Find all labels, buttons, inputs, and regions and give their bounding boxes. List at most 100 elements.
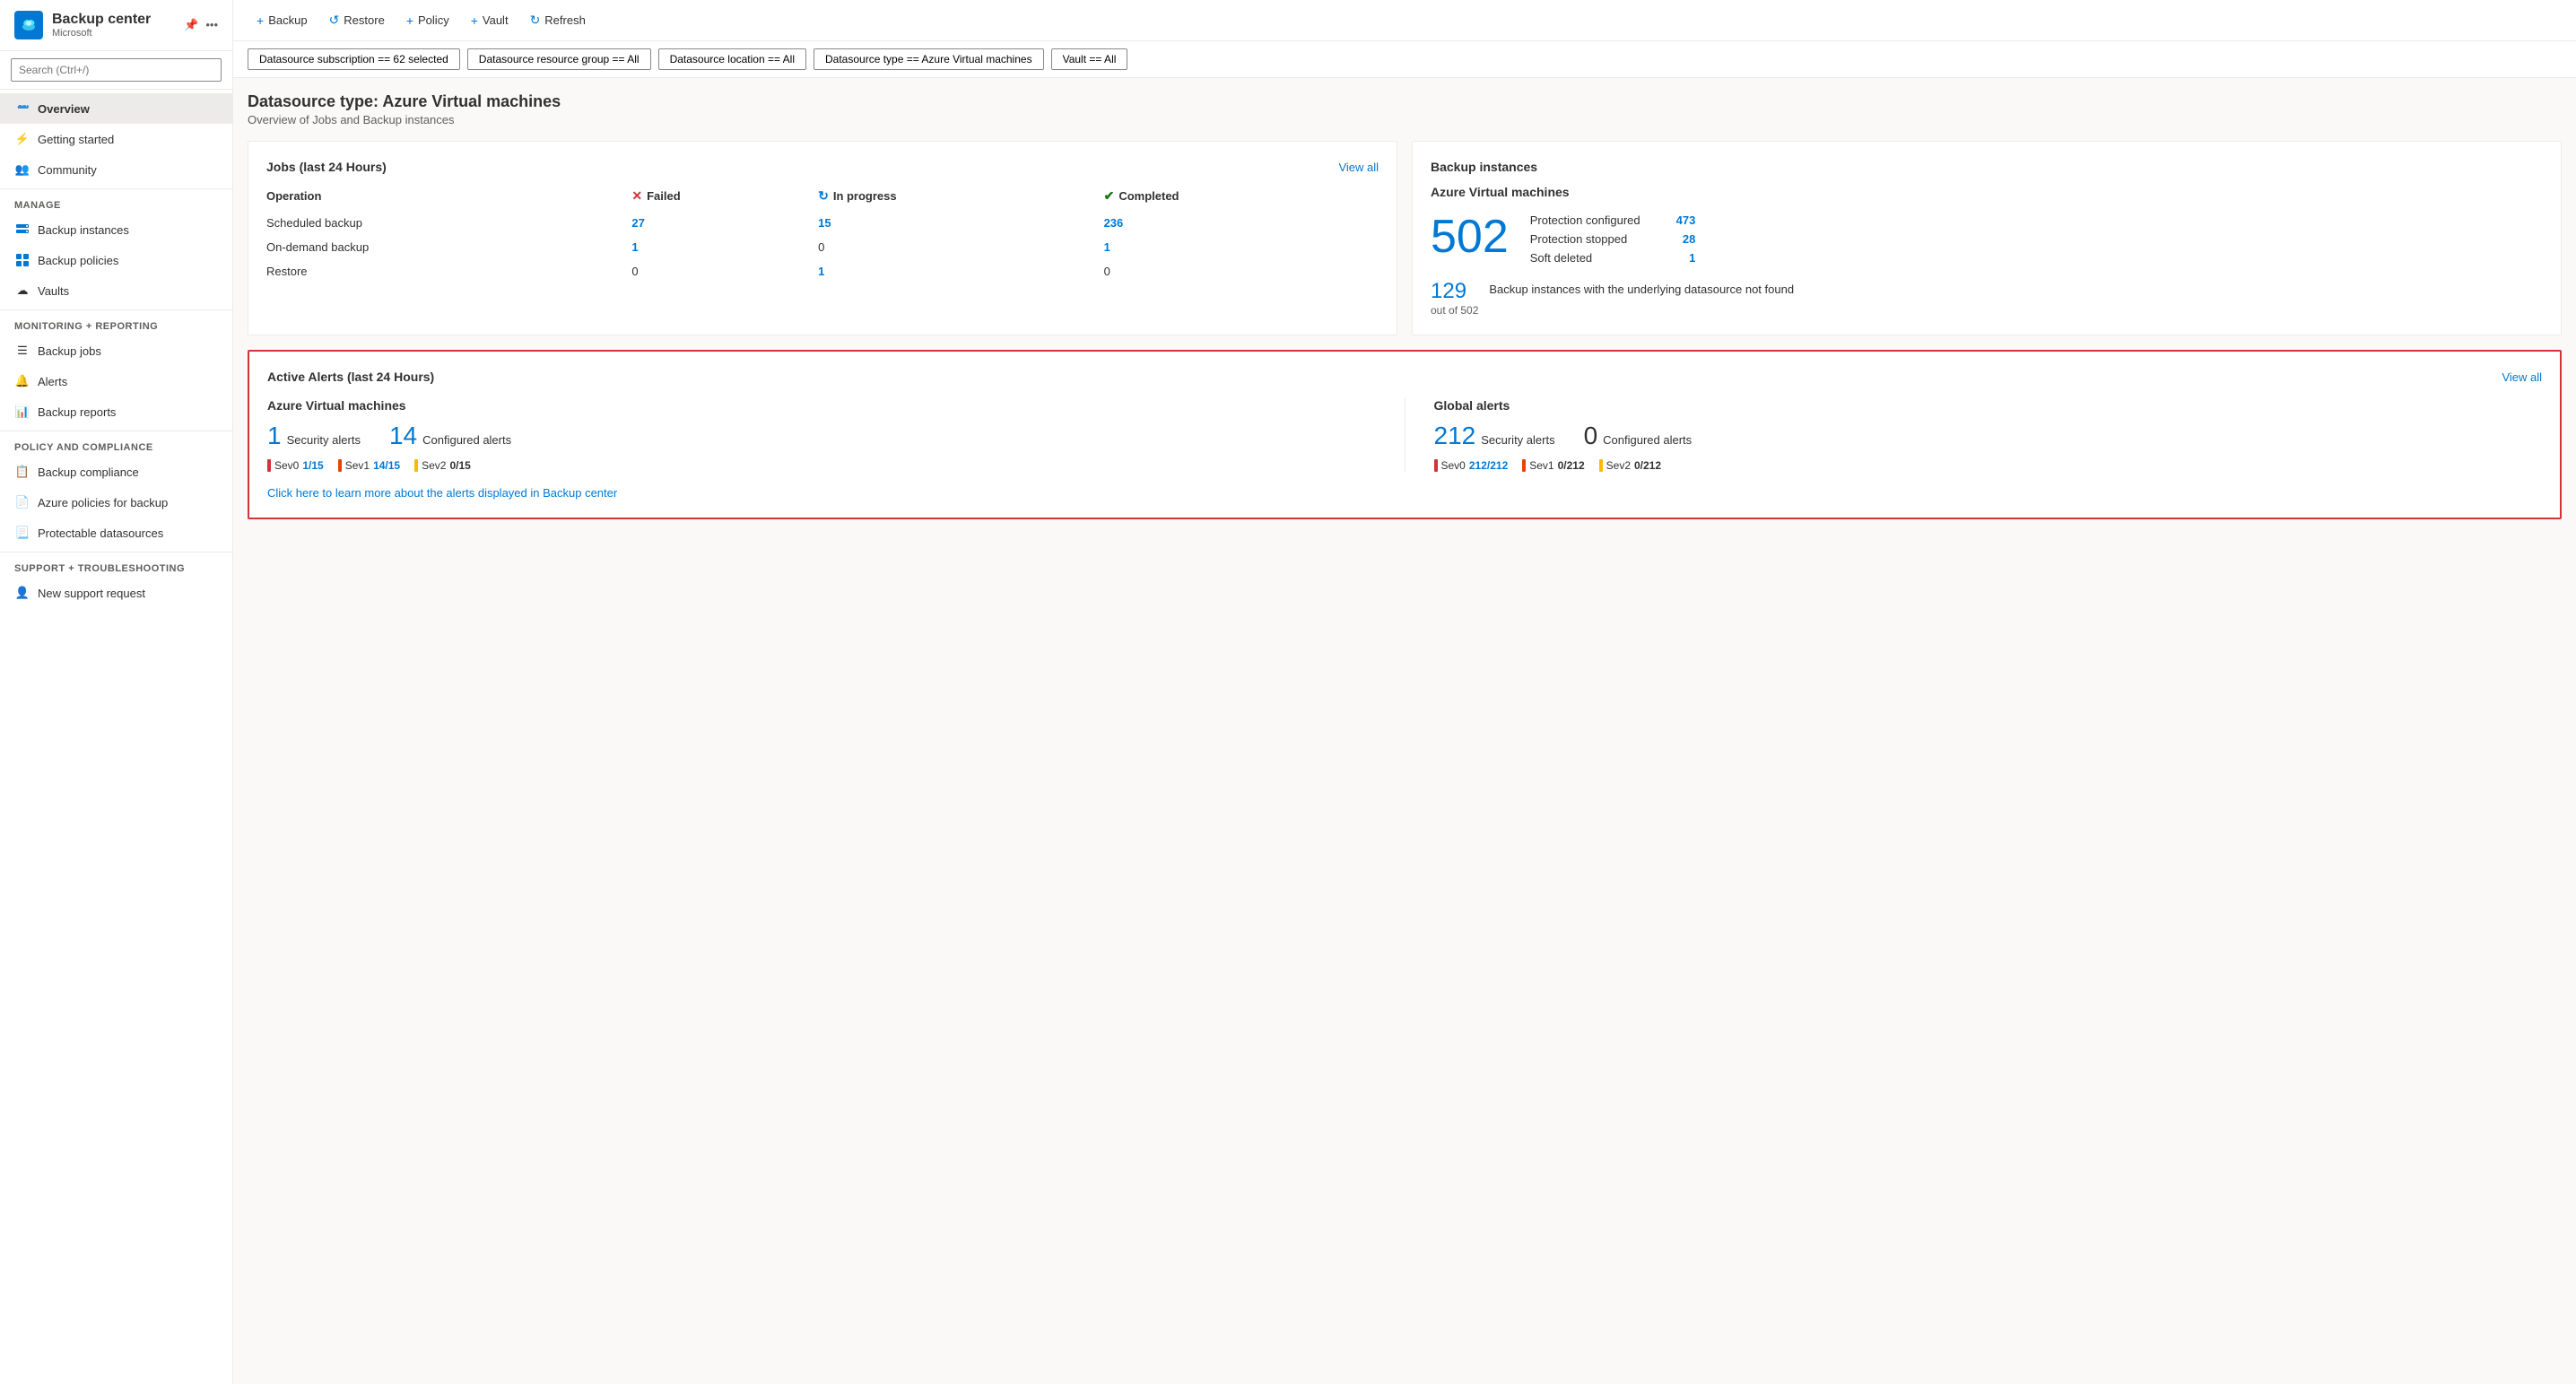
table-row: On-demand backup 1 0 1 [266, 235, 1379, 259]
alerts-global-configured-num[interactable]: 0 [1584, 423, 1598, 448]
cloud-small-icon: ☁ [14, 283, 30, 299]
completed-icon: ✔ [1104, 188, 1115, 204]
sidebar-item-azure-policies[interactable]: 📄 Azure policies for backup [0, 487, 232, 518]
job-operation-2: Restore [266, 259, 631, 283]
sev2-bar [414, 459, 418, 472]
alerts-azure-security-num[interactable]: 1 [267, 423, 282, 448]
sidebar-item-alerts[interactable]: 🔔 Alerts [0, 366, 232, 396]
sev1-value[interactable]: 14/15 [373, 459, 400, 472]
filter-subscription[interactable]: Datasource subscription == 62 selected [248, 48, 460, 70]
bi-total-count[interactable]: 502 [1431, 213, 1509, 260]
grid-icon [14, 252, 30, 268]
sev0-bar [267, 459, 271, 472]
filter-location[interactable]: Datasource location == All [658, 48, 806, 70]
alerts-global-sev0: Sev0 212/212 [1434, 459, 1509, 472]
alerts-azure-configured: 14 Configured alerts [389, 423, 511, 448]
sidebar-item-backup-policies-label: Backup policies [38, 254, 118, 267]
sidebar-item-backup-instances[interactable]: Backup instances [0, 214, 232, 245]
alerts-global-sev1: Sev1 0/212 [1522, 459, 1584, 472]
alerts-azure-counts: 1 Security alerts 14 Configured alerts [267, 423, 1376, 448]
bi-secondary-count[interactable]: 129 [1431, 279, 1466, 303]
backup-button-label: Backup [268, 13, 307, 27]
global-sev2-value[interactable]: 0/212 [1634, 459, 1661, 472]
job-completed-1[interactable]: 1 [1104, 240, 1110, 254]
alert-icon: 🔔 [14, 373, 30, 389]
app-title: Backup center [52, 12, 175, 28]
search-input[interactable] [11, 58, 222, 82]
failed-icon: ✕ [631, 188, 642, 204]
backup-instances-card-title: Backup instances [1431, 160, 2543, 174]
bi-detail-value-0[interactable]: 473 [1676, 213, 1696, 227]
backup-button[interactable]: + Backup [248, 8, 317, 33]
job-failed-1[interactable]: 1 [631, 240, 638, 254]
job-completed-0[interactable]: 236 [1104, 216, 1124, 230]
sidebar-item-new-support-label: New support request [38, 587, 145, 600]
sidebar-item-backup-compliance[interactable]: 📋 Backup compliance [0, 457, 232, 487]
alerts-global-configured-label: Configured alerts [1603, 433, 1692, 447]
backup-plus-icon: + [257, 13, 264, 28]
jobs-table: Operation ✕ Failed ↻ In progress [266, 185, 1379, 283]
job-inprogress-2[interactable]: 1 [818, 265, 824, 278]
sidebar-item-getting-started[interactable]: ⚡ Getting started [0, 124, 232, 154]
table-row: Restore 0 1 0 [266, 259, 1379, 283]
top-cards-row: Jobs (last 24 Hours) View all Operation … [248, 141, 2562, 335]
alerts-learn-link[interactable]: Click here to learn more about the alert… [267, 486, 2542, 500]
sidebar-item-backup-reports[interactable]: 📊 Backup reports [0, 396, 232, 427]
filter-bar: Datasource subscription == 62 selected D… [233, 41, 2576, 78]
alerts-azure-col-title: Azure Virtual machines [267, 398, 1376, 413]
restore-button[interactable]: ↺ Restore [320, 7, 394, 33]
col-completed: ✔ Completed [1104, 185, 1379, 211]
alerts-global-col-title: Global alerts [1434, 398, 2543, 413]
alerts-global-counts: 212 Security alerts 0 Configured alerts [1434, 423, 2543, 448]
list-icon: ☰ [14, 343, 30, 359]
search-container [0, 51, 232, 90]
global-sev1-value[interactable]: 0/212 [1558, 459, 1585, 472]
alerts-view-all-link[interactable]: View all [2502, 370, 2542, 384]
sidebar-item-alerts-label: Alerts [38, 375, 67, 388]
global-sev0-label: Sev0 [1441, 459, 1466, 472]
filter-type[interactable]: Datasource type == Azure Virtual machine… [814, 48, 1044, 70]
job-failed-0[interactable]: 27 [631, 216, 644, 230]
cloud-icon [14, 100, 30, 117]
pin-icon[interactable]: 📌 [184, 18, 198, 32]
alerts-azure-configured-label: Configured alerts [422, 433, 511, 447]
sidebar-item-new-support[interactable]: 👤 New support request [0, 578, 232, 608]
filter-vault[interactable]: Vault == All [1051, 48, 1128, 70]
alerts-global-security-num[interactable]: 212 [1434, 423, 1476, 448]
restore-button-label: Restore [344, 13, 385, 27]
bi-datasource-label: Azure Virtual machines [1431, 185, 2543, 199]
filter-resource-group[interactable]: Datasource resource group == All [467, 48, 651, 70]
sev1-bar [338, 459, 342, 472]
alerts-global-security-label: Security alerts [1481, 433, 1554, 447]
doc-list-icon: 📃 [14, 525, 30, 541]
bi-detail-value-2[interactable]: 1 [1689, 251, 1695, 265]
alerts-columns: Azure Virtual machines 1 Security alerts… [267, 398, 2542, 472]
refresh-button[interactable]: ↻ Refresh [521, 7, 595, 33]
sidebar-item-overview[interactable]: Overview [0, 93, 232, 124]
sidebar-item-vaults[interactable]: ☁ Vaults [0, 275, 232, 306]
sev0-value[interactable]: 1/15 [302, 459, 323, 472]
sidebar-item-community[interactable]: 👥 Community [0, 154, 232, 185]
global-sev0-value[interactable]: 212/212 [1469, 459, 1508, 472]
sidebar-header-icons[interactable]: 📌 ••• [184, 18, 218, 32]
vault-button[interactable]: + Vault [462, 8, 518, 33]
lightning-icon: ⚡ [14, 131, 30, 147]
sidebar-item-backup-jobs[interactable]: ☰ Backup jobs [0, 335, 232, 366]
sev2-value[interactable]: 0/15 [449, 459, 470, 472]
alerts-azure-sev2: Sev2 0/15 [414, 459, 471, 472]
section-monitoring: Monitoring + reporting [0, 309, 232, 335]
alerts-azure-configured-num[interactable]: 14 [389, 423, 417, 448]
job-inprogress-0[interactable]: 15 [818, 216, 831, 230]
more-icon[interactable]: ••• [205, 18, 218, 32]
server-icon [14, 222, 30, 238]
job-completed-2: 0 [1104, 259, 1379, 283]
policy-button[interactable]: + Policy [397, 8, 458, 33]
sidebar-item-backup-policies[interactable]: Backup policies [0, 245, 232, 275]
col-operation: Operation [266, 185, 631, 211]
app-logo [14, 11, 43, 39]
sidebar-item-protectable-datasources[interactable]: 📃 Protectable datasources [0, 518, 232, 548]
alerts-global-configured: 0 Configured alerts [1584, 423, 1693, 448]
global-sev0-bar [1434, 459, 1438, 472]
bi-detail-value-1[interactable]: 28 [1683, 232, 1695, 246]
jobs-view-all-link[interactable]: View all [1338, 161, 1379, 174]
